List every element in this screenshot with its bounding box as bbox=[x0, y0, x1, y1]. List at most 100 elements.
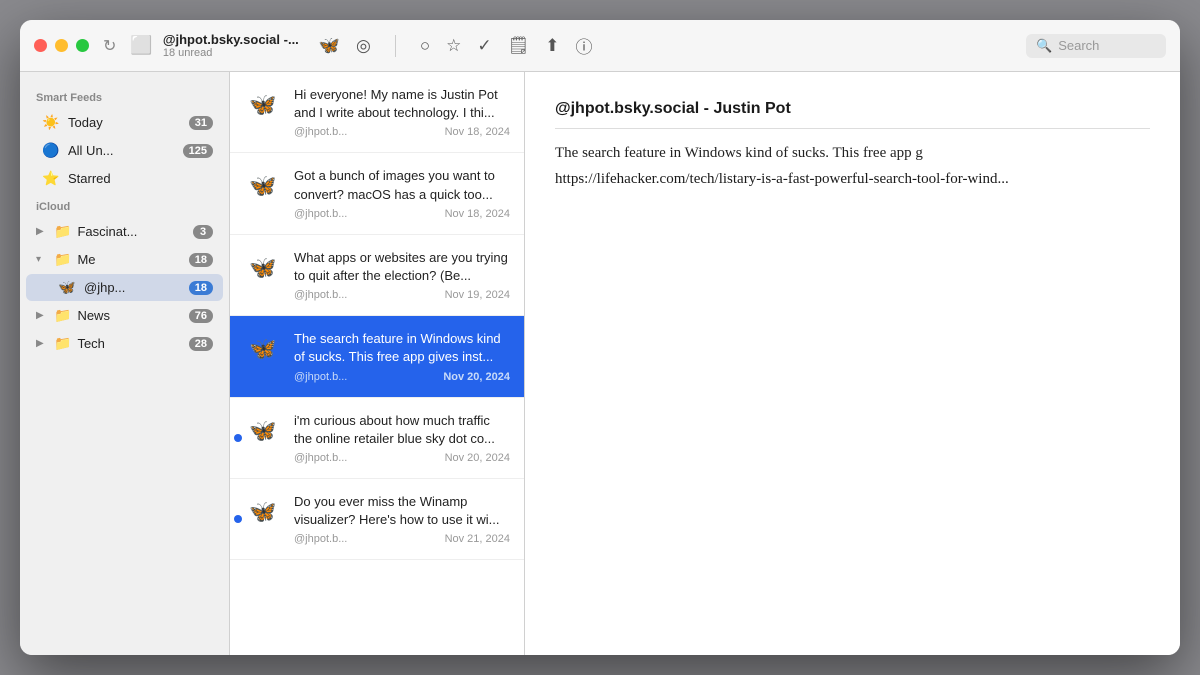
article-avatar: 🦋 bbox=[244, 86, 282, 124]
butterfly-icon: 🦋 bbox=[249, 173, 276, 199]
article-text: The search feature in Windows kind of su… bbox=[294, 330, 510, 366]
folder-icon: 📁 bbox=[54, 223, 71, 240]
reading-author: @jhpot.bsky.social - Justin Pot bbox=[555, 100, 1150, 129]
article-body: The search feature in Windows kind of su… bbox=[294, 330, 510, 382]
feed-title: @jhpot.bsky.social -... bbox=[163, 32, 299, 47]
article-meta: @jhpot.b... Nov 21, 2024 bbox=[294, 533, 510, 545]
all-unread-label: All Un... bbox=[68, 143, 175, 158]
search-box[interactable]: 🔍 Search bbox=[1026, 34, 1166, 58]
article-body: Got a bunch of images you want to conver… bbox=[294, 167, 510, 219]
main-content: Smart Feeds ☀️ Today 31 🔵 All Un... 125 … bbox=[20, 72, 1180, 655]
article-meta: @jhpot.b... Nov 18, 2024 bbox=[294, 126, 510, 138]
article-text: Got a bunch of images you want to conver… bbox=[294, 167, 510, 203]
article-meta: @jhpot.b... Nov 20, 2024 bbox=[294, 371, 510, 383]
reload-button[interactable]: ↻ bbox=[103, 36, 116, 56]
article-date: Nov 19, 2024 bbox=[445, 289, 510, 301]
news-label: News bbox=[77, 308, 182, 323]
chevron-down-icon: ▾ bbox=[36, 254, 48, 265]
article-meta: @jhpot.b... Nov 18, 2024 bbox=[294, 208, 510, 220]
toolbar-icons: 🦋 ◎ ○ ☆ ✓ 🗒 ⬆ ⓘ bbox=[319, 33, 593, 58]
toolbar-separator bbox=[395, 35, 396, 57]
circle-icon[interactable]: ○ bbox=[420, 36, 430, 56]
article-date: Nov 21, 2024 bbox=[445, 533, 510, 545]
app-window: ↻ ⬜ @jhpot.bsky.social -... 18 unread 🦋 … bbox=[20, 20, 1180, 655]
sidebar: Smart Feeds ☀️ Today 31 🔵 All Un... 125 … bbox=[20, 72, 230, 655]
all-unread-icon: 🔵 bbox=[42, 142, 60, 159]
article-text: i'm curious about how much traffic the o… bbox=[294, 412, 510, 448]
article-author: @jhpot.b... bbox=[294, 371, 347, 383]
me-label: Me bbox=[77, 252, 182, 267]
fascinat-badge: 3 bbox=[193, 225, 213, 239]
article-date: Nov 20, 2024 bbox=[445, 452, 510, 464]
tech-folder-icon: 📁 bbox=[54, 335, 71, 352]
today-label: Today bbox=[68, 115, 181, 130]
article-text: What apps or websites are you trying to … bbox=[294, 249, 510, 285]
article-author: @jhpot.b... bbox=[294, 289, 347, 301]
article-avatar: 🦋 bbox=[244, 493, 282, 531]
bluesky-icon[interactable]: 🦋 bbox=[319, 36, 340, 56]
sidebar-toggle-button[interactable]: ⬜ bbox=[130, 35, 152, 56]
tech-label: Tech bbox=[77, 336, 182, 351]
me-badge: 18 bbox=[189, 253, 213, 267]
sidebar-item-starred[interactable]: ⭐ Starred bbox=[26, 165, 223, 192]
share-icon[interactable]: ⬆ bbox=[545, 36, 559, 56]
butterfly-icon: 🦋 bbox=[249, 418, 276, 444]
article-meta: @jhpot.b... Nov 19, 2024 bbox=[294, 289, 510, 301]
news-folder-icon: 📁 bbox=[54, 307, 71, 324]
reading-pane: @jhpot.bsky.social - Justin Pot The sear… bbox=[525, 72, 1180, 655]
article-item[interactable]: 🦋 Do you ever miss the Winamp visualizer… bbox=[230, 479, 524, 560]
butterfly-icon: 🦋 bbox=[249, 336, 276, 362]
sidebar-item-all-unread[interactable]: 🔵 All Un... 125 bbox=[26, 137, 223, 164]
sidebar-folder-fascinat[interactable]: ▶ 📁 Fascinat... 3 bbox=[26, 218, 223, 245]
article-item[interactable]: 🦋 Got a bunch of images you want to conv… bbox=[230, 153, 524, 234]
tech-badge: 28 bbox=[189, 337, 213, 351]
icloud-label: iCloud bbox=[20, 193, 229, 217]
article-author: @jhpot.b... bbox=[294, 126, 347, 138]
article-avatar: 🦋 bbox=[244, 249, 282, 287]
close-button[interactable] bbox=[34, 39, 47, 52]
minimize-button[interactable] bbox=[55, 39, 68, 52]
article-author: @jhpot.b... bbox=[294, 452, 347, 464]
star-icon[interactable]: ☆ bbox=[446, 36, 461, 56]
article-date: Nov 18, 2024 bbox=[445, 208, 510, 220]
search-icon: 🔍 bbox=[1036, 38, 1052, 54]
sidebar-folder-news[interactable]: ▶ 📁 News 76 bbox=[26, 302, 223, 329]
note-icon[interactable]: 🗒 bbox=[508, 36, 530, 56]
reading-body: The search feature in Windows kind of su… bbox=[555, 141, 1150, 192]
article-text: Hi everyone! My name is Justin Pot and I… bbox=[294, 86, 510, 122]
jhpot-badge: 18 bbox=[189, 281, 213, 295]
me-folder-icon: 📁 bbox=[54, 251, 71, 268]
butterfly-icon: 🦋 bbox=[249, 255, 276, 281]
titlebar: ↻ ⬜ @jhpot.bsky.social -... 18 unread 🦋 … bbox=[20, 20, 1180, 72]
reading-link[interactable]: https://lifehacker.com/tech/listary-is-a… bbox=[555, 171, 1009, 187]
today-badge: 31 bbox=[189, 116, 213, 130]
butterfly-icon: 🦋 bbox=[249, 499, 276, 525]
checkmark-icon[interactable]: ✓ bbox=[477, 36, 491, 56]
tech-chevron-icon: ▶ bbox=[36, 338, 48, 349]
smart-feeds-label: Smart Feeds bbox=[20, 84, 229, 108]
fascinat-label: Fascinat... bbox=[77, 224, 187, 239]
article-item[interactable]: 🦋 Hi everyone! My name is Justin Pot and… bbox=[230, 72, 524, 153]
article-item[interactable]: 🦋 What apps or websites are you trying t… bbox=[230, 235, 524, 316]
sidebar-folder-me[interactable]: ▾ 📁 Me 18 bbox=[26, 246, 223, 273]
reading-text: The search feature in Windows kind of su… bbox=[555, 145, 923, 161]
feed-icon[interactable]: ◎ bbox=[356, 36, 371, 56]
article-list: 🦋 Hi everyone! My name is Justin Pot and… bbox=[230, 72, 525, 655]
news-badge: 76 bbox=[189, 309, 213, 323]
sidebar-item-jhpot[interactable]: 🦋 @jhp... 18 bbox=[26, 274, 223, 301]
star-feed-icon: ⭐ bbox=[42, 170, 60, 187]
sidebar-item-today[interactable]: ☀️ Today 31 bbox=[26, 109, 223, 136]
feed-title-area: @jhpot.bsky.social -... 18 unread bbox=[163, 32, 299, 59]
bluesky-feed-icon: 🦋 bbox=[58, 279, 76, 296]
article-avatar: 🦋 bbox=[244, 167, 282, 205]
sidebar-folder-tech[interactable]: ▶ 📁 Tech 28 bbox=[26, 330, 223, 357]
info-icon[interactable]: ⓘ bbox=[575, 33, 592, 58]
butterfly-icon: 🦋 bbox=[249, 92, 276, 118]
article-date: Nov 18, 2024 bbox=[445, 126, 510, 138]
traffic-lights bbox=[34, 39, 89, 52]
article-avatar: 🦋 bbox=[244, 412, 282, 450]
article-item[interactable]: 🦋 i'm curious about how much traffic the… bbox=[230, 398, 524, 479]
maximize-button[interactable] bbox=[76, 39, 89, 52]
article-item-selected[interactable]: 🦋 The search feature in Windows kind of … bbox=[230, 316, 524, 397]
today-icon: ☀️ bbox=[42, 114, 60, 131]
